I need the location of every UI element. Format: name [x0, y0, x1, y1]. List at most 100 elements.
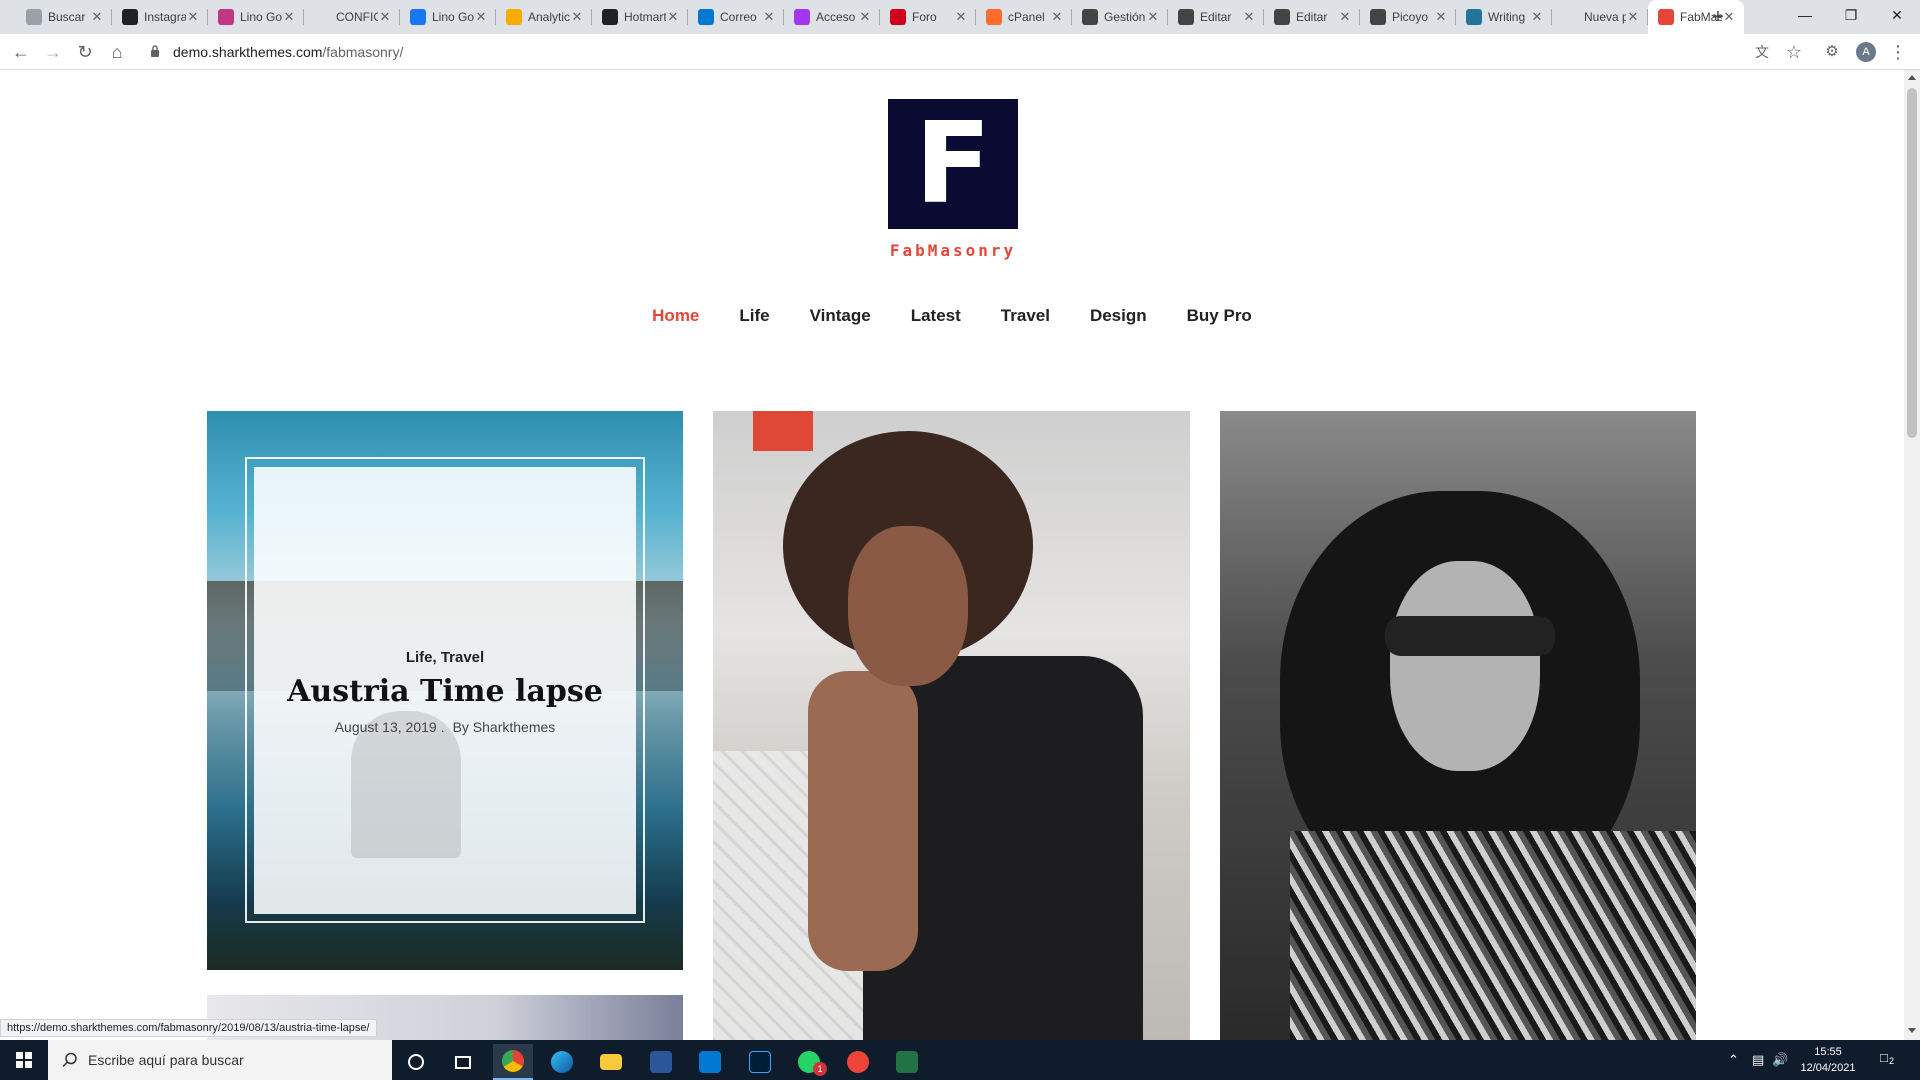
- outlook-taskbar-icon[interactable]: [690, 1044, 730, 1080]
- post-card-portrait-afro[interactable]: [713, 411, 1190, 1040]
- scroll-up-arrow-icon[interactable]: [1908, 75, 1916, 80]
- nav-item-life[interactable]: Life: [739, 306, 769, 326]
- nav-item-latest[interactable]: Latest: [911, 306, 961, 326]
- nav-item-vintage[interactable]: Vintage: [810, 306, 871, 326]
- site-title[interactable]: FabMasonry: [853, 241, 1053, 260]
- tab-close-icon[interactable]: ✕: [762, 9, 776, 25]
- cortana-icon[interactable]: [396, 1044, 436, 1080]
- browser-tab[interactable]: Instagram✕: [112, 0, 208, 34]
- post-date[interactable]: August 13, 2019: [335, 719, 437, 735]
- new-tab-button[interactable]: +: [1706, 5, 1730, 29]
- network-icon[interactable]: ▤: [1752, 1052, 1764, 1068]
- forward-arrow-icon[interactable]: →: [41, 40, 65, 64]
- tab-close-icon[interactable]: ✕: [666, 9, 680, 25]
- nav-item-design[interactable]: Design: [1090, 306, 1147, 326]
- address-bar[interactable]: demo.sharkthemes.com/fabmasonry/: [138, 39, 1778, 65]
- tab-close-icon[interactable]: ✕: [1146, 9, 1160, 25]
- infinity-icon: [122, 9, 138, 25]
- notifications-icon[interactable]: □ 2: [1880, 1050, 1894, 1066]
- edge-taskbar-icon[interactable]: [542, 1044, 582, 1080]
- file-explorer-icon[interactable]: [591, 1044, 631, 1080]
- instagram-icon: [218, 9, 234, 25]
- browser-tab[interactable]: Correo ✕: [688, 0, 784, 34]
- reload-icon[interactable]: ↻: [73, 40, 97, 64]
- browser-toolbar: ← → ↻ ⌂ demo.sharkthemes.com/fabmasonry/…: [0, 34, 1920, 70]
- volume-icon[interactable]: 🔊: [1772, 1052, 1788, 1068]
- chrome-taskbar-icon[interactable]: [493, 1044, 533, 1080]
- nav-item-buy-pro[interactable]: Buy Pro: [1187, 306, 1252, 326]
- profile-avatar[interactable]: A: [1856, 42, 1876, 62]
- wordpress-icon: [1466, 9, 1482, 25]
- url-host: demo.sharkthemes.com: [173, 44, 323, 60]
- tab-close-icon[interactable]: ✕: [954, 9, 968, 25]
- word-taskbar-icon[interactable]: [641, 1044, 681, 1080]
- home-icon[interactable]: ⌂: [105, 40, 129, 64]
- browser-tab[interactable]: Foro ✕: [880, 0, 976, 34]
- browser-tab[interactable]: cPanel ✕: [976, 0, 1072, 34]
- tab-close-icon[interactable]: ✕: [570, 9, 584, 25]
- analytics-icon: [506, 9, 522, 25]
- menu-dots-icon[interactable]: ⋮: [1886, 40, 1910, 64]
- tab-close-icon[interactable]: ✕: [1626, 9, 1640, 25]
- bookmark-star-icon[interactable]: ☆: [1782, 40, 1806, 64]
- scrollbar-thumb[interactable]: [1907, 88, 1917, 438]
- extensions-icon[interactable]: ⚙: [1820, 40, 1844, 64]
- tab-close-icon[interactable]: ✕: [1530, 9, 1544, 25]
- excel-taskbar-icon[interactable]: [887, 1044, 927, 1080]
- tab-close-icon[interactable]: ✕: [474, 9, 488, 25]
- browser-tab[interactable]: Picoyo ✕: [1360, 0, 1456, 34]
- browser-tab[interactable]: Analytics✕: [496, 0, 592, 34]
- site-logo[interactable]: F: [888, 99, 1018, 229]
- system-clock[interactable]: 15:55 12/04/2021: [1788, 1044, 1868, 1076]
- close-window-button[interactable]: ✕: [1874, 0, 1920, 30]
- browser-tab[interactable]: Nueva pestaña✕: [1552, 0, 1648, 34]
- post-card-austria[interactable]: Life, Travel Austria Time lapse August 1…: [207, 411, 683, 970]
- tab-close-icon[interactable]: ✕: [1050, 9, 1064, 25]
- back-arrow-icon[interactable]: ←: [9, 40, 33, 64]
- nav-item-travel[interactable]: Travel: [1001, 306, 1050, 326]
- browser-tab[interactable]: Buscar ✕: [16, 0, 112, 34]
- browser-tab[interactable]: Acceso ✕: [784, 0, 880, 34]
- translate-icon[interactable]: 文: [1750, 40, 1774, 64]
- browser-tab[interactable]: Lino Gonzalez✕: [400, 0, 496, 34]
- photoshop-taskbar-icon[interactable]: [740, 1044, 780, 1080]
- anydesk-taskbar-icon[interactable]: [838, 1044, 878, 1080]
- tab-close-icon[interactable]: ✕: [858, 9, 872, 25]
- page-scrollbar[interactable]: [1904, 70, 1920, 1040]
- restore-button[interactable]: ❐: [1828, 0, 1874, 30]
- browser-tab[interactable]: Hotmart ✕: [592, 0, 688, 34]
- tab-close-icon[interactable]: ✕: [1434, 9, 1448, 25]
- blank-icon: [314, 9, 330, 25]
- tab-close-icon[interactable]: ✕: [1338, 9, 1352, 25]
- tab-close-icon[interactable]: ✕: [282, 9, 296, 25]
- browser-tab[interactable]: Gestión ✕: [1072, 0, 1168, 34]
- browser-tab[interactable]: CONFIGURACION✕: [304, 0, 400, 34]
- post-meta: August 13, 2019. By Sharkthemes: [254, 719, 636, 735]
- browser-tab[interactable]: Editar ✕: [1264, 0, 1360, 34]
- lock-icon: [151, 45, 159, 57]
- browser-tab[interactable]: Writing ✕: [1456, 0, 1552, 34]
- tab-close-icon[interactable]: ✕: [1242, 9, 1256, 25]
- post-title[interactable]: Austria Time lapse: [254, 674, 636, 709]
- whatsapp-taskbar-icon[interactable]: 1: [789, 1044, 829, 1080]
- start-button[interactable]: [0, 1040, 48, 1080]
- post-author[interactable]: By Sharkthemes: [453, 719, 556, 735]
- post-categories[interactable]: Life, Travel: [254, 649, 636, 666]
- task-view-icon[interactable]: [443, 1044, 483, 1080]
- tab-close-icon[interactable]: ✕: [378, 9, 392, 25]
- nav-item-home[interactable]: Home: [652, 306, 699, 326]
- tab-close-icon[interactable]: ✕: [186, 9, 200, 25]
- tab-title: Writing: [1488, 10, 1526, 24]
- hotmart-icon: [602, 9, 618, 25]
- tab-title: CONFIGURACION: [336, 10, 378, 24]
- woman-face: [848, 526, 968, 686]
- browser-tab[interactable]: Lino Gonzalez✕: [208, 0, 304, 34]
- chevron-up-icon[interactable]: ⌃: [1728, 1052, 1739, 1068]
- post-card-portrait-bw[interactable]: [1220, 411, 1696, 1040]
- minimize-button[interactable]: —: [1782, 0, 1828, 30]
- taskbar-search[interactable]: Escribe aquí para buscar: [48, 1040, 392, 1080]
- tab-close-icon[interactable]: ✕: [90, 9, 104, 25]
- gear-icon: [1082, 9, 1098, 25]
- browser-tab[interactable]: Editar ✕: [1168, 0, 1264, 34]
- scroll-down-arrow-icon[interactable]: [1908, 1028, 1916, 1033]
